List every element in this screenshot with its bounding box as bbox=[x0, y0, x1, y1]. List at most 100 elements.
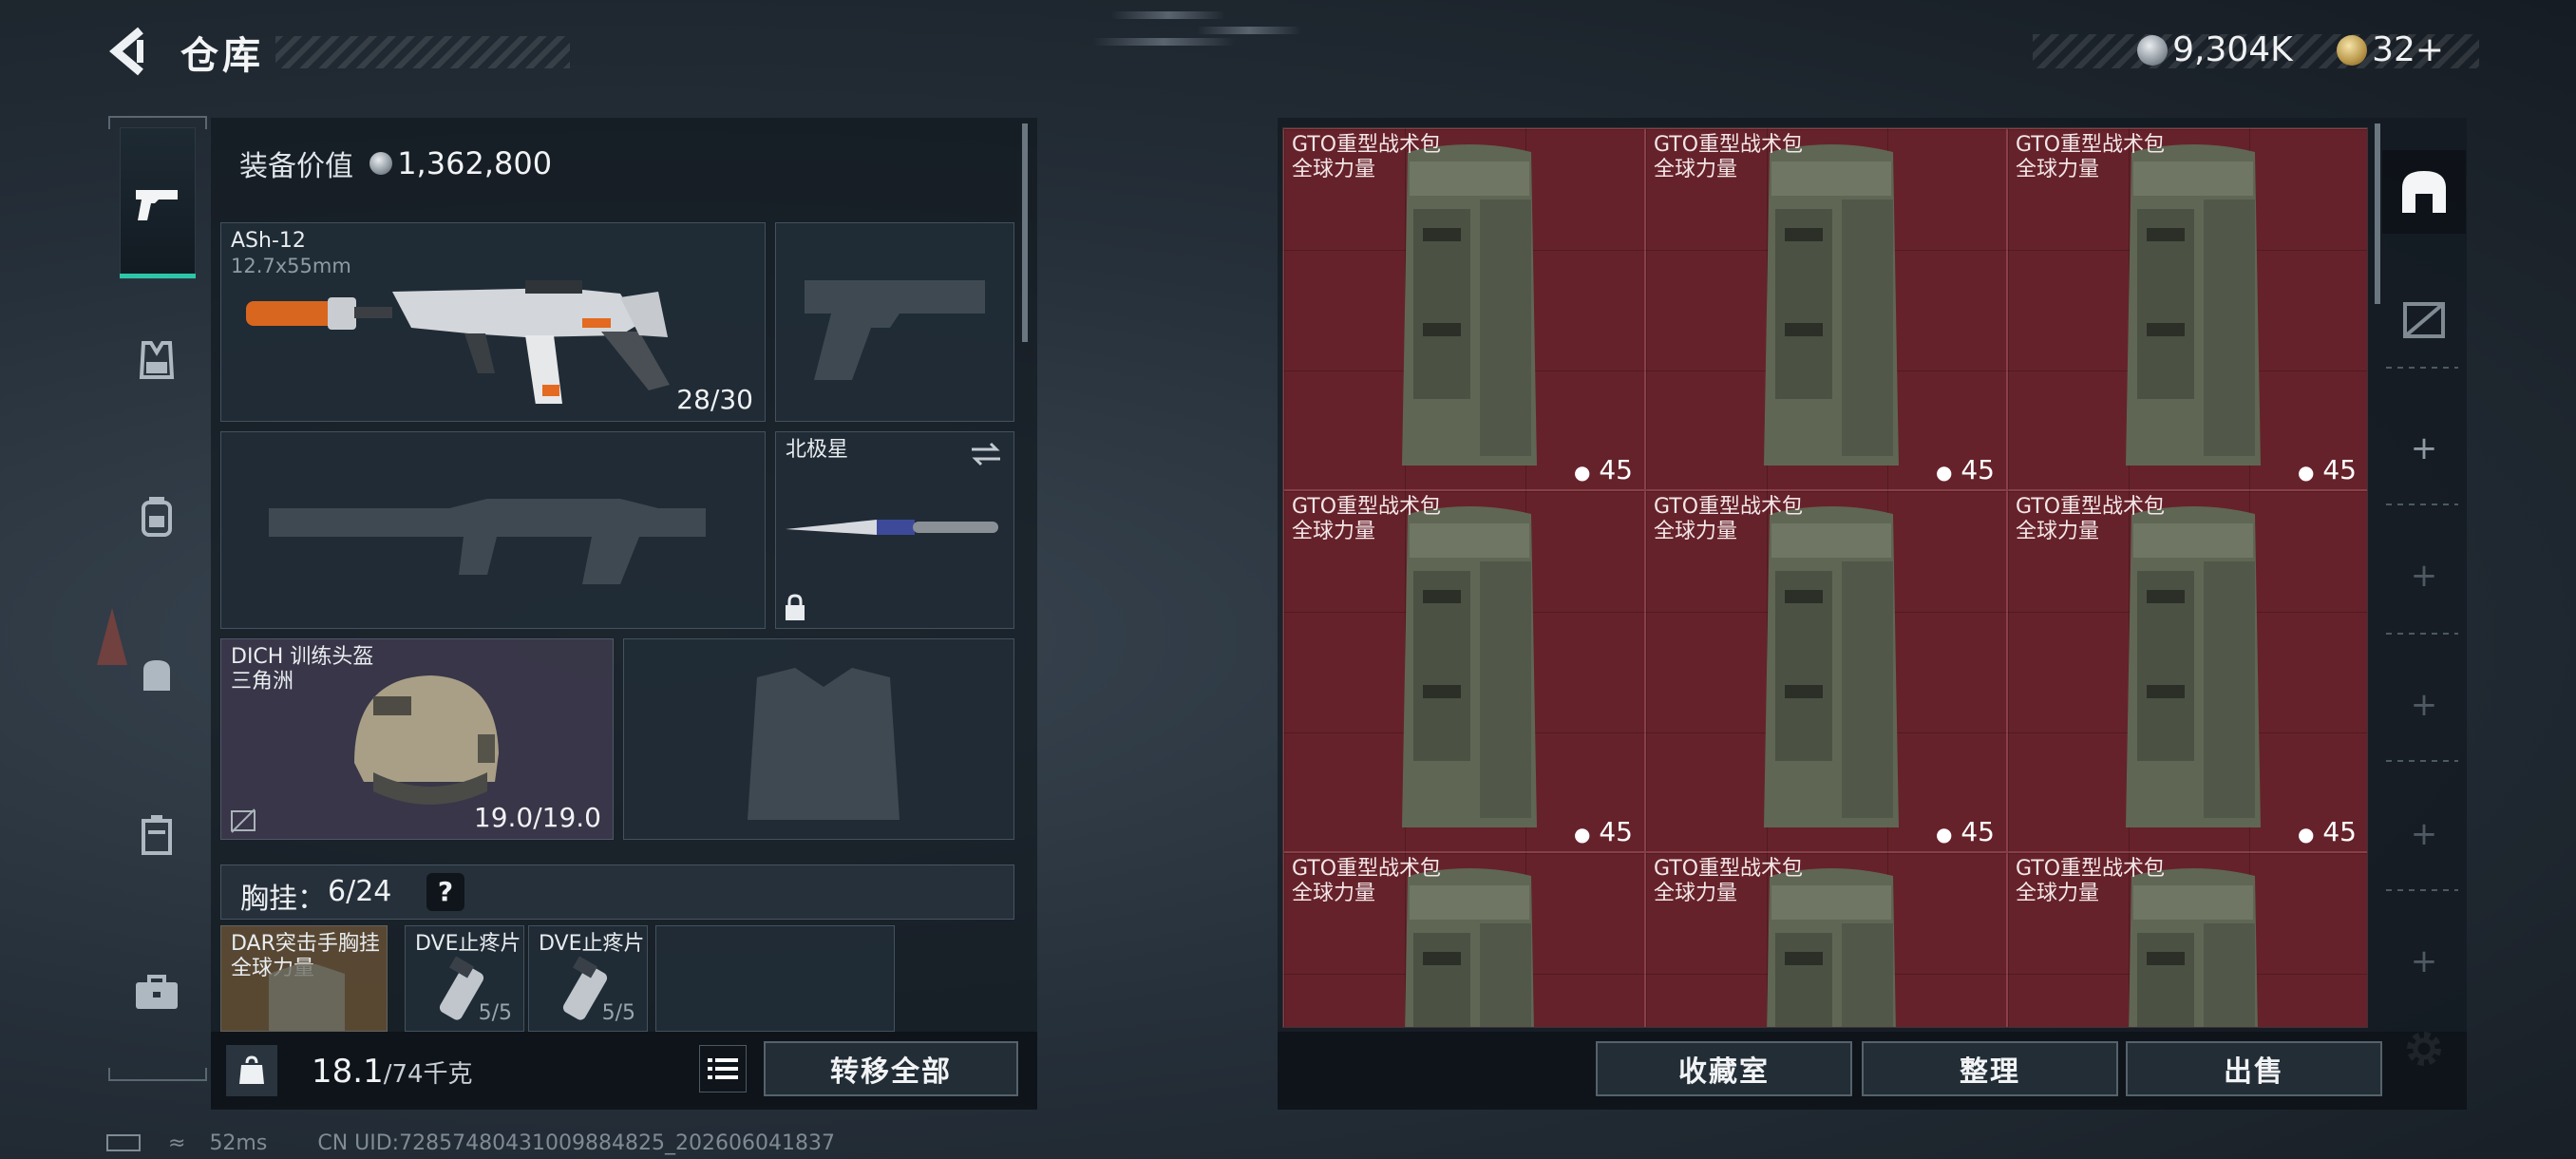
collection-room-button[interactable]: 收藏室 bbox=[1596, 1041, 1852, 1096]
silver-coin-icon bbox=[369, 152, 393, 175]
stash-item-label: GTO重型战术包 全球力量 bbox=[1292, 495, 1441, 544]
tactical-backpack-image bbox=[2126, 144, 2261, 466]
vest-icon bbox=[139, 341, 175, 379]
equipment-scrollbar[interactable] bbox=[1022, 124, 1028, 342]
locked-stash-tab[interactable]: + bbox=[2382, 534, 2466, 618]
title-decoration bbox=[275, 36, 570, 68]
stash-item-count: 45 bbox=[2322, 816, 2357, 847]
backpack-small-icon: ● bbox=[1574, 461, 1591, 484]
rig-item-dar[interactable]: DAR突击手胸挂 全球力量 bbox=[220, 925, 388, 1032]
chest-rig-label: 胸挂： bbox=[240, 883, 326, 916]
silver-amount: 9,304K bbox=[2172, 30, 2293, 69]
no-insure-icon bbox=[231, 808, 256, 833]
swap-icon[interactable] bbox=[968, 440, 1004, 468]
ceiling-light bbox=[1197, 27, 1301, 34]
plus-icon: + bbox=[2410, 686, 2438, 724]
stash-item-capacity: ● 45 bbox=[1936, 816, 1995, 847]
weight-max: /74千克 bbox=[383, 1060, 473, 1089]
melee-slot[interactable]: 北极星 bbox=[775, 431, 1014, 629]
stash-item-name: GTO重型战术包 bbox=[2016, 133, 2166, 157]
chest-rig-count: 6/24 bbox=[328, 875, 392, 908]
locked-stash-tab[interactable]: + bbox=[2382, 663, 2466, 747]
locked-stash-tab[interactable]: + bbox=[2382, 920, 2466, 1003]
stash-item[interactable]: GTO重型战术包 全球力量 bbox=[1645, 852, 2007, 1027]
stash-item[interactable]: GTO重型战术包 全球力量 ● 45 bbox=[1645, 490, 2007, 852]
stash-item-name: GTO重型战术包 bbox=[1292, 857, 1442, 881]
stash-item-label: GTO重型战术包 全球力量 bbox=[1654, 133, 1803, 182]
sidearm-slot[interactable] bbox=[775, 222, 1014, 422]
stash-item-capacity: ● 45 bbox=[1574, 816, 1633, 847]
gold-add-icon[interactable]: + bbox=[2415, 30, 2444, 69]
stash-item[interactable]: GTO重型战术包 全球力量 ● 45 bbox=[1283, 128, 1645, 490]
list-icon bbox=[708, 1058, 738, 1079]
chest-rig-image bbox=[269, 964, 345, 1031]
status-bar: ≈ 52ms CN UID:72857480431009884825_20260… bbox=[106, 1130, 835, 1155]
stash-item[interactable]: GTO重型战术包 全球力量 bbox=[2007, 852, 2367, 1027]
primary-weapon-slot[interactable]: ASh-12 12.7x55mm 28/30 bbox=[220, 222, 766, 422]
helmet-slot[interactable]: DICH 训练头盔 三角洲 19.0/19.0 bbox=[220, 638, 614, 840]
rail-toolbox[interactable] bbox=[120, 955, 194, 1029]
stash-item[interactable]: GTO重型战术包 全球力量 bbox=[1283, 852, 1645, 1027]
weight-display: 18.1/74千克 bbox=[312, 1053, 473, 1091]
add-stash-tab-button[interactable]: + bbox=[2382, 407, 2466, 490]
lock-icon bbox=[786, 594, 805, 620]
page-title: 仓库 bbox=[180, 34, 264, 78]
stash-item-count: 45 bbox=[1599, 816, 1633, 847]
rig-item-name: DAR突击手胸挂 bbox=[231, 932, 380, 956]
plus-icon: + bbox=[2410, 429, 2438, 467]
stash-tab-main[interactable] bbox=[2382, 150, 2466, 234]
rifle-placeholder-icon bbox=[269, 499, 706, 584]
stash-item[interactable]: GTO重型战术包 全球力量 ● 45 bbox=[1645, 128, 2007, 490]
list-view-button[interactable] bbox=[699, 1045, 747, 1092]
stash-scrollbar[interactable] bbox=[2375, 124, 2380, 304]
stash-item-source: 全球力量 bbox=[1654, 882, 1738, 905]
stash-item-label: GTO重型战术包 全球力量 bbox=[2016, 133, 2165, 182]
stash-item-name: GTO重型战术包 bbox=[1654, 133, 1804, 157]
stash-item-count: 45 bbox=[1599, 454, 1633, 485]
rig-item-painkiller-2[interactable]: DVE止疼片 5/5 bbox=[528, 925, 648, 1032]
secondary-weapon-slot[interactable] bbox=[220, 431, 766, 629]
sort-button[interactable]: 整理 bbox=[1862, 1041, 2118, 1096]
stash-item-capacity: ● 45 bbox=[1936, 454, 1995, 485]
stash-item[interactable]: GTO重型战术包 全球力量 ● 45 bbox=[1283, 490, 1645, 852]
stash-item-name: GTO重型战术包 bbox=[1654, 495, 1804, 519]
stash-item-label: GTO重型战术包 全球力量 bbox=[1292, 133, 1441, 182]
stash-item-name: GTO重型战术包 bbox=[2016, 857, 2166, 881]
stash-item[interactable]: GTO重型战术包 全球力量 ● 45 bbox=[2007, 128, 2367, 490]
rail-weapons[interactable] bbox=[120, 166, 194, 240]
stash-item-source: 全球力量 bbox=[1654, 520, 1738, 543]
tactical-backpack-image bbox=[1402, 144, 1537, 466]
rail-container[interactable] bbox=[120, 798, 194, 872]
rail-bracket-bottom bbox=[108, 1068, 207, 1081]
painkiller-uses: 5/5 bbox=[478, 1001, 512, 1025]
gold-coin-icon bbox=[2337, 34, 2367, 66]
backpack-small-icon: ● bbox=[1936, 823, 1953, 846]
tactical-backpack-image bbox=[1764, 506, 1899, 827]
stash-item-count: 45 bbox=[2322, 454, 2357, 485]
locked-stash-tab[interactable]: + bbox=[2382, 792, 2466, 876]
rig-empty-slot[interactable] bbox=[655, 925, 895, 1032]
stash-tab-secondary[interactable] bbox=[2382, 277, 2466, 361]
stash-box-icon bbox=[2403, 302, 2445, 338]
stash-item-capacity: ● 45 bbox=[2298, 454, 2357, 485]
stash-item-name: GTO重型战术包 bbox=[1292, 133, 1442, 157]
transfer-all-button[interactable]: 转移全部 bbox=[764, 1041, 1018, 1096]
currency-silver[interactable]: 9,304K bbox=[2137, 30, 2293, 69]
chest-rig-help-button[interactable]: ? bbox=[426, 873, 464, 911]
rail-vest[interactable] bbox=[120, 323, 194, 397]
back-button[interactable] bbox=[106, 25, 154, 78]
tactical-backpack-image bbox=[1402, 506, 1537, 827]
rail-divider bbox=[2386, 367, 2458, 369]
rail-backpack[interactable] bbox=[120, 480, 194, 554]
armor-slot[interactable] bbox=[623, 638, 1014, 840]
armor-placeholder-icon bbox=[748, 668, 900, 820]
sell-button[interactable]: 出售 bbox=[2126, 1041, 2382, 1096]
rail-pouch[interactable] bbox=[120, 638, 194, 712]
wifi-icon: ≈ bbox=[168, 1130, 186, 1155]
currency-gold[interactable]: 32+ bbox=[2337, 30, 2444, 69]
stash-item[interactable]: GTO重型战术包 全球力量 ● 45 bbox=[2007, 490, 2367, 852]
rig-item-painkiller-1[interactable]: DVE止疼片 5/5 bbox=[405, 925, 524, 1032]
stash-item-source: 全球力量 bbox=[1292, 520, 1376, 543]
rail-active-indicator bbox=[120, 274, 196, 278]
pistol-placeholder-icon bbox=[805, 280, 985, 380]
